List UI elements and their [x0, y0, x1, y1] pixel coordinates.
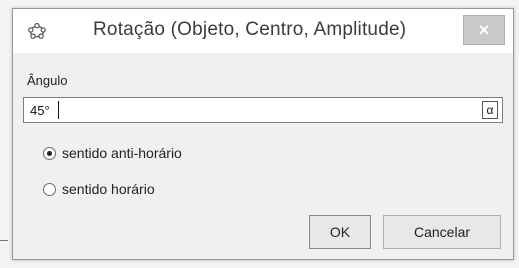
alpha-symbol-button[interactable]: α: [482, 101, 498, 119]
radio-clockwise[interactable]: sentido horário: [43, 181, 155, 197]
title-bar[interactable]: Rotação (Objeto, Centro, Amplitude) ×: [13, 9, 513, 53]
ok-button[interactable]: OK: [309, 215, 371, 249]
angle-input[interactable]: 45° α: [23, 97, 503, 123]
radio-label-clockwise: sentido horário: [62, 181, 155, 197]
close-icon: ×: [478, 20, 490, 40]
background-edge-mark: [0, 240, 8, 241]
angle-label: Ângulo: [27, 73, 68, 88]
dialog-content: Ângulo 45° α sentido anti-horário sentid…: [13, 53, 513, 259]
angle-input-value: 45°: [30, 103, 50, 118]
radio-counterclockwise[interactable]: sentido anti-horário: [43, 145, 182, 161]
dialog-title: Rotação (Objeto, Centro, Amplitude): [93, 19, 407, 40]
rotation-dialog: Rotação (Objeto, Centro, Amplitude) × Ân…: [12, 8, 514, 260]
text-caret: [58, 101, 59, 119]
geogebra-icon: [28, 22, 46, 39]
radio-button-unselected[interactable]: [43, 182, 56, 196]
radio-button-selected[interactable]: [43, 146, 56, 160]
cancel-button[interactable]: Cancelar: [383, 215, 501, 249]
close-button[interactable]: ×: [463, 15, 505, 45]
radio-label-counterclockwise: sentido anti-horário: [62, 145, 182, 161]
